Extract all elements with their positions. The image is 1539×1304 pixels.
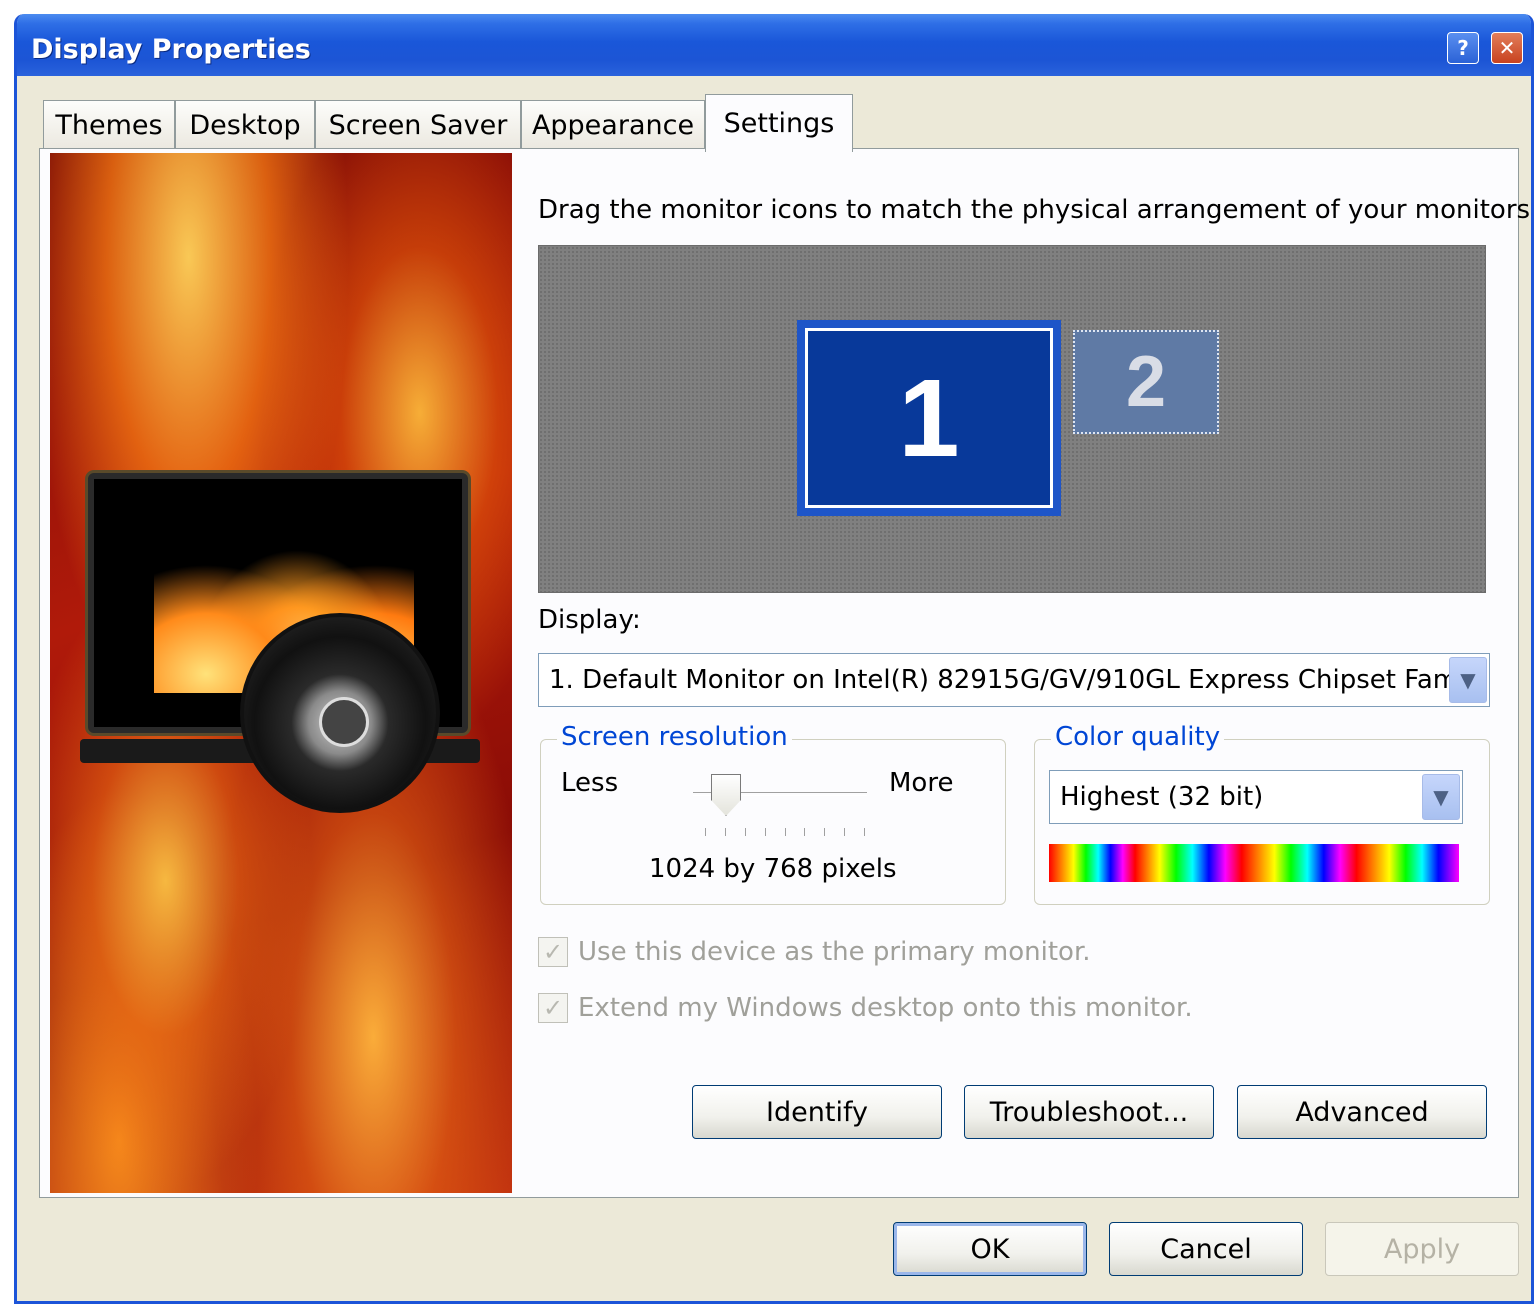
display-properties-window: Display Properties ? ✕ Themes Desktop Sc… <box>14 14 1534 1304</box>
advanced-button[interactable]: Advanced <box>1237 1085 1487 1139</box>
color-quality-value: Highest (32 bit) <box>1060 782 1264 812</box>
media-orb-icon <box>240 613 440 813</box>
extend-desktop-checkbox-row[interactable]: ✓ Extend my Windows desktop onto this mo… <box>538 993 1193 1023</box>
window-title: Display Properties <box>31 34 311 65</box>
title-bar[interactable]: Display Properties ? ✕ <box>17 14 1531 76</box>
color-quality-select[interactable]: Highest (32 bit) ▼ <box>1049 770 1463 824</box>
decorative-fire-image <box>50 153 512 1193</box>
tab-themes[interactable]: Themes <box>43 100 175 150</box>
monitor-1-number: 1 <box>805 328 1053 508</box>
check-icon[interactable]: ✓ <box>538 993 568 1023</box>
check-icon[interactable]: ✓ <box>538 937 568 967</box>
help-button[interactable]: ? <box>1447 32 1479 64</box>
tab-desktop[interactable]: Desktop <box>175 100 315 150</box>
tab-appearance[interactable]: Appearance <box>521 100 705 150</box>
tab-screen-saver[interactable]: Screen Saver <box>315 100 521 150</box>
resolution-value: 1024 by 768 pixels <box>649 854 897 884</box>
display-select[interactable]: 1. Default Monitor on Intel(R) 82915G/GV… <box>538 653 1490 707</box>
monitor-arrangement-area[interactable]: 1 2 <box>538 245 1486 593</box>
chevron-down-icon[interactable]: ▼ <box>1422 774 1460 820</box>
screen-resolution-group: Screen resolution Less More 1024 by 768 … <box>540 722 1006 905</box>
apply-button[interactable]: Apply <box>1325 1222 1519 1276</box>
troubleshoot-button[interactable]: Troubleshoot... <box>964 1085 1214 1139</box>
resolution-more-label: More <box>889 768 954 798</box>
primary-monitor-checkbox-row[interactable]: ✓ Use this device as the primary monitor… <box>538 937 1091 967</box>
color-spectrum-preview <box>1049 844 1459 882</box>
resolution-slider-ticks <box>705 828 865 838</box>
close-button[interactable]: ✕ <box>1491 32 1523 64</box>
monitor-2-icon[interactable]: 2 <box>1073 330 1219 434</box>
display-select-value: 1. Default Monitor on Intel(R) 82915G/GV… <box>549 665 1459 695</box>
tab-settings[interactable]: Settings <box>705 94 853 152</box>
extend-desktop-label: Extend my Windows desktop onto this moni… <box>578 993 1193 1023</box>
cancel-button[interactable]: Cancel <box>1109 1222 1303 1276</box>
arrangement-instruction: Drag the monitor icons to match the phys… <box>538 195 1534 225</box>
resolution-less-label: Less <box>561 768 619 798</box>
help-icon: ? <box>1457 36 1469 60</box>
chevron-down-icon[interactable]: ▼ <box>1449 657 1487 703</box>
color-quality-title: Color quality <box>1051 722 1225 752</box>
color-quality-group: Color quality Highest (32 bit) ▼ <box>1034 722 1490 905</box>
play-icon <box>319 697 369 747</box>
primary-monitor-label: Use this device as the primary monitor. <box>578 937 1091 967</box>
resolution-slider-thumb[interactable] <box>711 774 741 816</box>
monitor-1-icon[interactable]: 1 <box>797 320 1061 516</box>
display-label: Display: <box>538 605 641 635</box>
settings-panel: Drag the monitor icons to match the phys… <box>39 148 1531 1198</box>
screen-resolution-title: Screen resolution <box>557 722 792 752</box>
ok-button[interactable]: OK <box>893 1222 1087 1276</box>
close-icon: ✕ <box>1498 36 1516 60</box>
identify-button[interactable]: Identify <box>692 1085 942 1139</box>
